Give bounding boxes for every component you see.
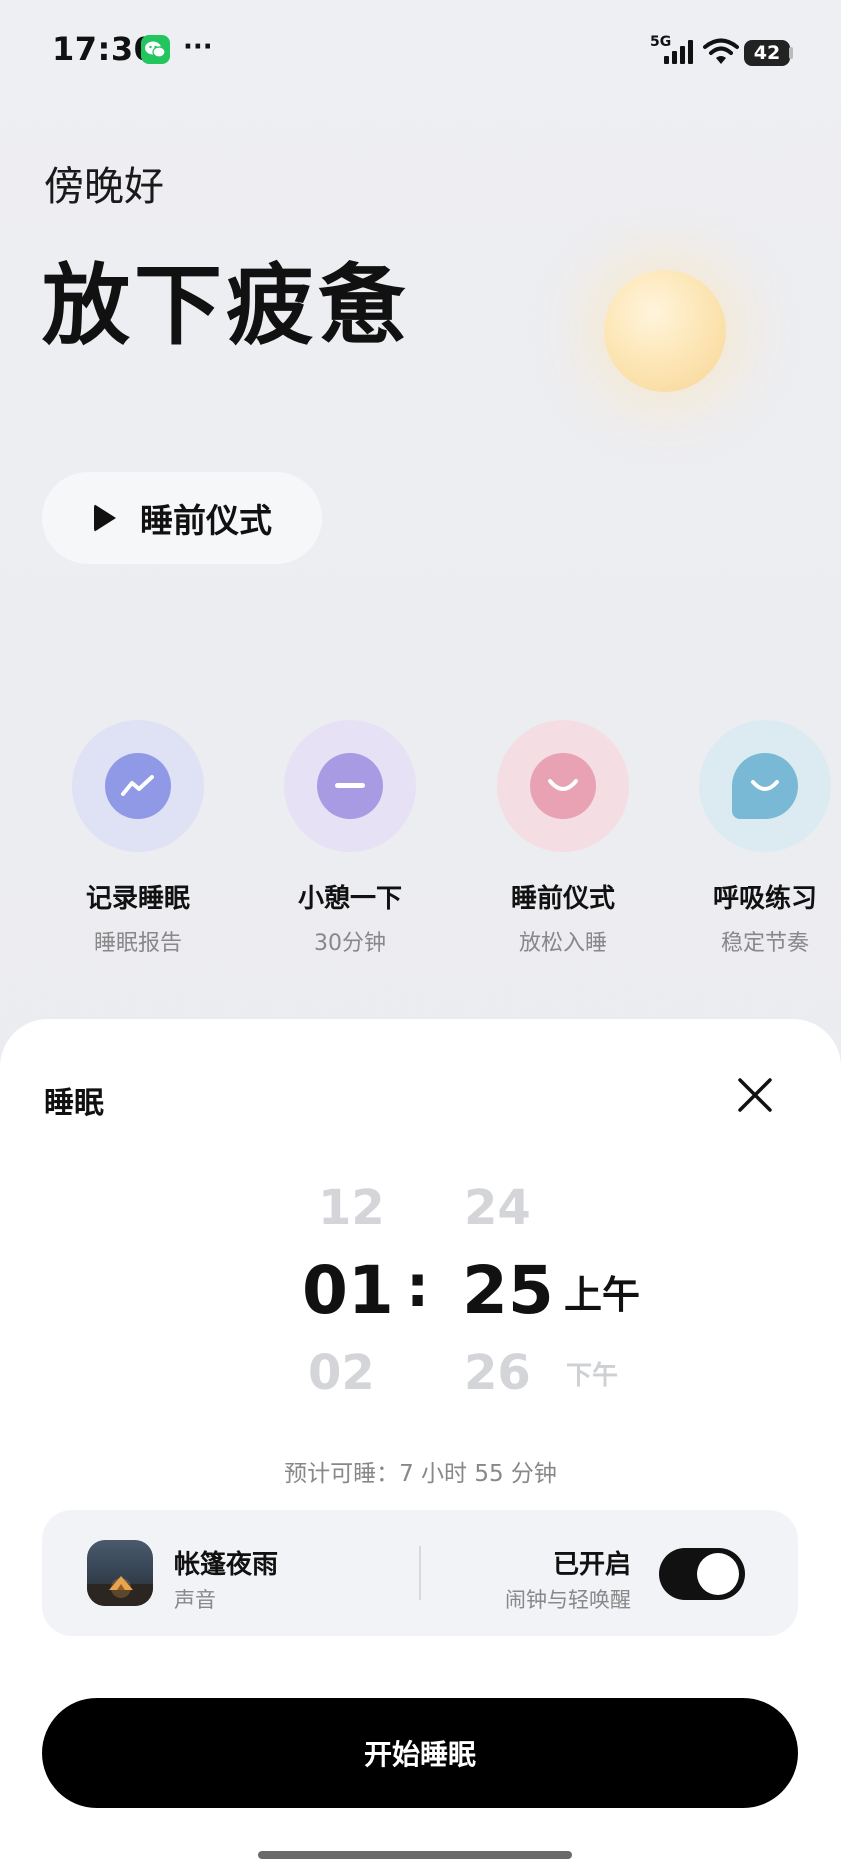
wifi-icon [703,38,739,70]
hour-next[interactable]: 02 [308,1345,375,1401]
hour-prev[interactable]: 12 [318,1180,385,1236]
wechat-icon [141,35,170,64]
alarm-state: 已开启 [552,1550,631,1580]
shortcut-title: 睡前仪式 [510,884,615,914]
time-separator: : [406,1252,430,1320]
minute-prev[interactable]: 24 [464,1180,531,1236]
shortcut-breathing[interactable]: 呼吸练习 稳定节奏 [680,720,841,957]
shortcut-subtitle: 睡眠报告 [93,931,182,956]
estimated-sleep: 预计可睡：7 小时 55 分钟 [284,1461,557,1487]
play-icon [94,504,116,532]
shortcut-title: 小憩一下 [297,884,402,914]
shortcut-halo [699,720,831,852]
minute-next[interactable]: 26 [464,1345,531,1401]
sound-label: 声音 [174,1588,216,1612]
smile-icon [530,753,596,819]
shortcut-halo [284,720,416,852]
sun-illustration [604,270,726,392]
chat-smile-icon [732,753,798,819]
battery-icon: 42 [744,40,790,66]
alarm-label: 闹钟与轻唤醒 [505,1588,631,1612]
shortcut-subtitle: 放松入睡 [518,931,607,956]
bedtime-ritual-label: 睡前仪式 [140,501,272,540]
shortcut-record-sleep[interactable]: 记录睡眠 睡眠报告 [53,720,223,957]
shortcut-nap[interactable]: 小憩一下 30分钟 [265,720,435,957]
minus-icon [317,753,383,819]
start-sleep-button[interactable]: 开始睡眠 [42,1698,798,1808]
sheet-title: 睡眠 [44,1086,104,1121]
sound-thumbnail[interactable] [87,1540,153,1606]
trend-icon [105,753,171,819]
bedtime-ritual-button[interactable]: 睡前仪式 [42,472,322,564]
shortcut-halo [72,720,204,852]
hour-selected[interactable]: 01 [302,1252,394,1329]
card-divider [419,1546,421,1600]
home-indicator[interactable] [258,1851,572,1859]
shortcut-bedtime-ritual[interactable]: 睡前仪式 放松入睡 [478,720,648,957]
shortcut-title: 记录睡眠 [85,884,190,914]
alarm-toggle-knob[interactable] [697,1553,739,1595]
shortcut-subtitle: 稳定节奏 [720,931,809,956]
shortcut-halo [497,720,629,852]
greeting: 傍晚好 [44,164,164,210]
battery-cap [789,47,793,59]
shortcut-subtitle: 30分钟 [314,931,386,956]
shortcut-title: 呼吸练习 [712,884,817,914]
period-selected[interactable]: 上午 [564,1264,640,1319]
close-icon[interactable] [736,1076,774,1118]
sound-name[interactable]: 帐篷夜雨 [174,1544,278,1581]
more-notifications-icon: ··· [183,32,213,62]
headline: 放下疲惫 [42,254,411,357]
signal-icon [664,40,696,68]
period-next[interactable]: 下午 [566,1355,618,1392]
minute-selected[interactable]: 25 [462,1252,554,1329]
